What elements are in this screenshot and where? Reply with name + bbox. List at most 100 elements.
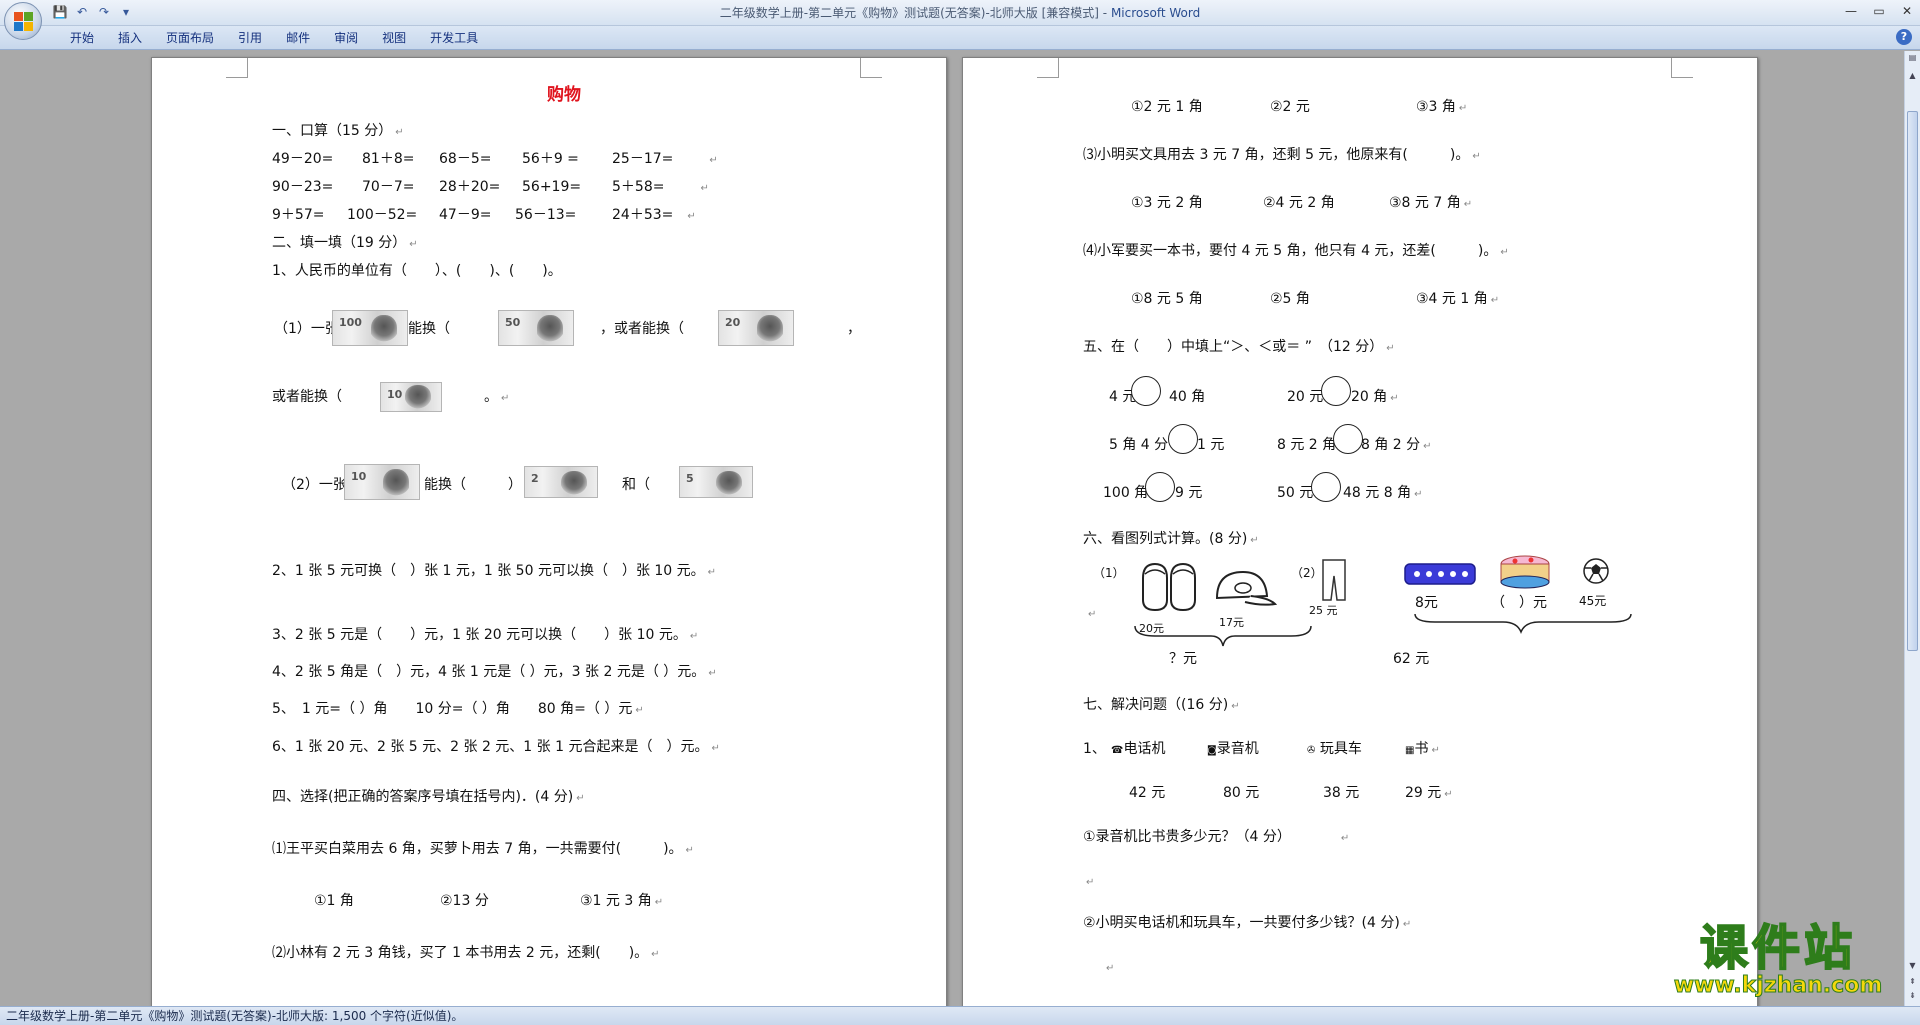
window-title: 二年级数学上册-第二单元《购物》测试题(无答案)-北师大版 [兼容模式] - M… xyxy=(0,4,1920,21)
compare-circle[interactable] xyxy=(1333,424,1363,454)
compare-left: 20 元 xyxy=(1287,389,1324,405)
question-line: 或者能换（ xyxy=(272,389,342,405)
office-button[interactable] xyxy=(4,2,42,40)
banknote-50-yuan-image: 50 xyxy=(498,310,574,346)
choice-option: ①1 角 xyxy=(314,893,354,909)
page-2[interactable]: ①2 元 1 角 ②2 元 ③3 角 ↵ ⑶小明买文具用去 3 元 7 角，还剩 … xyxy=(962,57,1758,1006)
ruler-toggle-icon[interactable]: ▤ xyxy=(1907,53,1918,65)
compare-right: 9 元 xyxy=(1175,485,1203,501)
compare-right: 48 元 8 角 ↵ xyxy=(1343,485,1423,501)
item-recorder: ◙录音机 xyxy=(1207,741,1259,757)
banknote-10-yuan-image: 10 xyxy=(380,382,442,412)
question-line: ⑶小明买文具用去 3 元 7 角，还剩 5 元，他原来有( )。 ↵ xyxy=(1083,147,1481,163)
question-line: 3、2 张 5 元是（ ）元，1 张 20 元可以换（ ）张 10 元。 ↵ xyxy=(272,627,699,643)
price-label: 38 元 xyxy=(1323,785,1360,801)
previous-page-icon[interactable]: ⇞ xyxy=(1907,977,1918,989)
crop-mark xyxy=(860,58,882,78)
scroll-up-icon[interactable]: ▲ xyxy=(1907,71,1918,83)
price-label: 25 元 xyxy=(1309,604,1338,617)
compare-circle[interactable] xyxy=(1131,376,1161,406)
tab-page-layout[interactable]: 页面布局 xyxy=(154,30,226,46)
compare-left: 50 元 xyxy=(1277,485,1314,501)
price-label: 42 元 xyxy=(1129,785,1166,801)
section-heading: 六、看图列式计算。(8 分) ↵ xyxy=(1083,531,1259,547)
price-label: 45元 xyxy=(1579,594,1607,608)
section-heading: 一、口算（15 分） ↵ xyxy=(272,123,404,139)
choice-option: ①8 元 5 角 xyxy=(1131,291,1203,307)
close-button[interactable]: ✕ xyxy=(1898,2,1916,20)
problem-label: （2） xyxy=(1291,566,1323,580)
calc-row: 25－17= ↵ xyxy=(612,151,718,167)
compare-left: 5 角 4 分 xyxy=(1109,437,1169,453)
document-title: 二年级数学上册-第二单元《购物》测试题(无答案)-北师大版 [兼容模式] - xyxy=(719,6,1111,20)
question-line: 和（ xyxy=(622,477,650,493)
status-text: 二年级数学上册-第二单元《购物》测试题(无答案)-北师大版: 1,500 个字符… xyxy=(6,1009,464,1023)
compare-right: 40 角 xyxy=(1169,389,1206,405)
cake-icon xyxy=(1500,555,1550,589)
choice-option: ③4 元 1 角 ↵ xyxy=(1416,291,1500,307)
window-controls: — ▭ ✕ xyxy=(1842,2,1916,20)
question-line: 1、人民币的单位有（ ）、( )、( )。 xyxy=(272,263,562,279)
question-line: ， xyxy=(847,321,861,337)
calc-row: 56－13= xyxy=(515,207,577,223)
pants-icon xyxy=(1322,559,1346,601)
vertical-scrollbar[interactable]: ▤ ▲ ▼ ⇞ ⇟ xyxy=(1904,51,1920,1006)
scroll-down-icon[interactable]: ▼ xyxy=(1907,961,1918,973)
question-line: ⑷小军要买一本书，要付 4 元 5 角，他只有 4 元，还差( )。 ↵ xyxy=(1083,243,1509,259)
question-line: ⑴王平买白菜用去 6 角，买萝卜用去 7 角，一共需要付( )。 ↵ xyxy=(272,841,694,857)
compare-right: 1 元 xyxy=(1197,437,1225,453)
crop-mark xyxy=(1037,58,1059,78)
office-logo-icon xyxy=(14,12,34,32)
toy-car-icon: ✇ xyxy=(1307,745,1316,756)
compare-circle[interactable] xyxy=(1311,472,1341,502)
compare-circle[interactable] xyxy=(1145,472,1175,502)
compare-circle[interactable] xyxy=(1321,376,1351,406)
watermark-logo: 课件站 www.kjzhan.com xyxy=(1660,921,1896,998)
calc-row: 5＋58= ↵ xyxy=(612,179,709,195)
soccer-ball-icon xyxy=(1583,558,1609,584)
tab-insert[interactable]: 插入 xyxy=(106,30,154,46)
choice-option: ①2 元 1 角 xyxy=(1131,99,1203,115)
calc-row: 47－9= xyxy=(439,207,492,223)
question-line: ⑵小林有 2 元 3 角钱，买了 1 本书用去 2 元，还剩( )。 ↵ xyxy=(272,945,660,961)
document-area[interactable]: 购物 一、口算（15 分） ↵ 49－20= 81＋8= 68－5= 56＋9 =… xyxy=(0,51,1904,1006)
tab-review[interactable]: 审阅 xyxy=(322,30,370,46)
next-page-icon[interactable]: ⇟ xyxy=(1907,991,1918,1003)
tab-home[interactable]: 开始 xyxy=(58,30,106,46)
choice-option: ②13 分 xyxy=(440,893,489,909)
help-icon[interactable]: ? xyxy=(1896,29,1912,45)
app-name: Microsoft Word xyxy=(1110,6,1201,20)
page-1[interactable]: 购物 一、口算（15 分） ↵ 49－20= 81＋8= 68－5= 56＋9 =… xyxy=(151,57,947,1006)
brace-icon xyxy=(1134,625,1312,647)
question-line: ②小明买电话机和玩具车，一共要付多少钱？(4 分) ↵ xyxy=(1083,915,1412,931)
question-line: （2）一张 xyxy=(282,477,347,493)
minimize-button[interactable]: — xyxy=(1842,2,1860,20)
compare-right: 20 角 ↵ xyxy=(1351,389,1399,405)
maximize-button[interactable]: ▭ xyxy=(1870,2,1888,20)
price-label: 8元 xyxy=(1415,595,1438,611)
price-label: 80 元 xyxy=(1223,785,1260,801)
choice-option: ②2 元 xyxy=(1270,99,1310,115)
banknote-100-yuan-image: 100 xyxy=(332,310,408,346)
tab-mailings[interactable]: 邮件 xyxy=(274,30,322,46)
price-label: （ ）元 xyxy=(1491,595,1547,611)
question-line: 。 ↵ xyxy=(484,389,510,405)
tab-view[interactable]: 视图 xyxy=(370,30,418,46)
compare-circle[interactable] xyxy=(1168,424,1198,454)
question-line: 能换（ xyxy=(424,477,466,493)
question-mark-price: ？元 xyxy=(1169,651,1197,667)
question-line: ，或者能换（ xyxy=(600,321,684,337)
gloves-icon xyxy=(1142,562,1196,612)
cap-icon xyxy=(1215,570,1278,606)
tab-developer[interactable]: 开发工具 xyxy=(418,30,490,46)
page-title: 购物 xyxy=(547,85,581,105)
section-heading: 五、在（ ）中填上“＞、＜或＝ ” （12 分） ↵ xyxy=(1083,339,1395,355)
paragraph-mark: ↵ xyxy=(1106,963,1115,974)
compare-right: 8 角 2 分 ↵ xyxy=(1361,437,1432,453)
scrollbar-thumb[interactable] xyxy=(1907,111,1918,651)
choice-option: ①3 元 2 角 xyxy=(1131,195,1203,211)
question-line: 6、1 张 20 元、2 张 5 元、2 张 2 元、1 张 1 元合起来是（ … xyxy=(272,739,720,755)
price-label: 29 元 ↵ xyxy=(1405,785,1453,801)
tab-references[interactable]: 引用 xyxy=(226,30,274,46)
banknote-2-yuan-image: 2 xyxy=(524,466,598,498)
